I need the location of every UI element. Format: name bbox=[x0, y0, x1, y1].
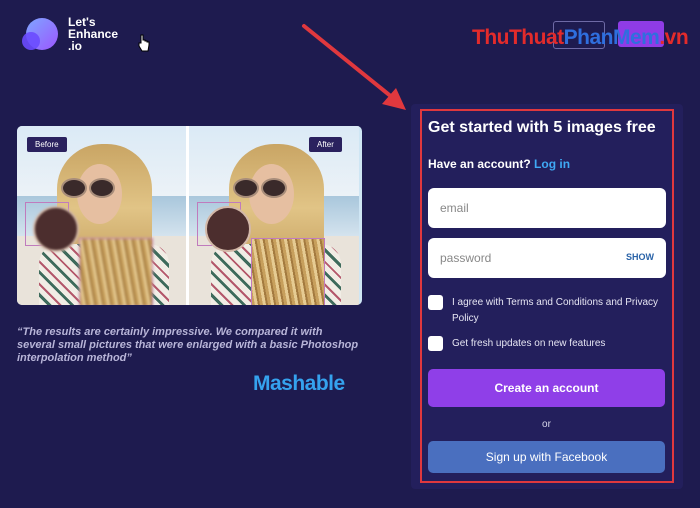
email-input[interactable] bbox=[428, 188, 666, 228]
password-field[interactable]: SHOW bbox=[428, 238, 666, 278]
show-password-button[interactable]: SHOW bbox=[626, 252, 654, 262]
or-separator: or bbox=[542, 419, 551, 430]
facebook-signup-button[interactable]: Sign up with Facebook bbox=[428, 441, 665, 473]
before-after-image: Before After bbox=[17, 126, 362, 305]
after-image bbox=[189, 126, 359, 305]
logo-text: Let's Enhance .io bbox=[68, 15, 119, 53]
signup-title: Get started with 5 images free bbox=[428, 119, 656, 136]
email-field[interactable] bbox=[428, 188, 666, 228]
testimonial-quote: “The results are certainly impressive. W… bbox=[17, 326, 359, 364]
terms-checkbox[interactable] bbox=[428, 295, 443, 310]
before-image bbox=[17, 126, 187, 305]
annotation-arrow-icon bbox=[302, 24, 406, 110]
create-account-button[interactable]: Create an account bbox=[428, 369, 665, 407]
updates-checkbox[interactable] bbox=[428, 336, 443, 351]
mashable-logo: Mashable bbox=[253, 372, 345, 395]
terms-label: I agree with Terms and Conditions and Pr… bbox=[452, 297, 659, 324]
logo-mark-icon bbox=[22, 14, 62, 54]
logo[interactable]: Let's Enhance .io bbox=[22, 14, 162, 56]
updates-label: Get fresh updates on new features bbox=[452, 338, 606, 349]
hand-cursor-icon bbox=[138, 34, 150, 52]
watermark-logo: ThuThuatPhanMem.vn bbox=[472, 26, 689, 49]
have-account-label: Have an account? bbox=[428, 157, 531, 171]
login-link[interactable]: Log in bbox=[534, 157, 570, 171]
after-label: After bbox=[309, 137, 342, 152]
have-account-text: Have an account? Log in bbox=[428, 157, 570, 171]
before-label: Before bbox=[27, 137, 67, 152]
